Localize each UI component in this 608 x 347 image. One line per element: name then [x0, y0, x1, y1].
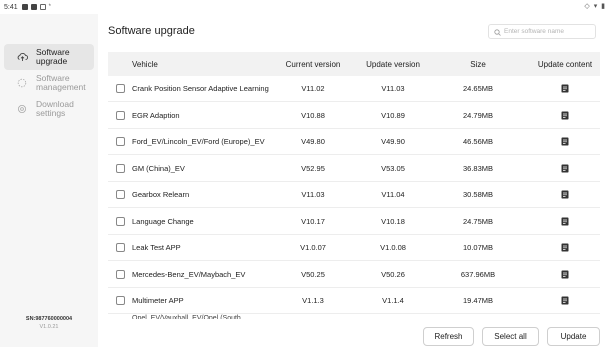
package-size: 30.58MB [462, 190, 494, 199]
refresh-button[interactable]: Refresh [423, 327, 474, 346]
vehicle-name: GM (China)_EV [132, 163, 185, 173]
current-version: V11.03 [301, 190, 325, 199]
vehicle-name: Gearbox Relearn [132, 190, 190, 199]
update-version: V11.03 [381, 84, 405, 93]
table-row[interactable]: GM (China)_EV V52.95 V53.05 36.83MB [108, 156, 600, 182]
update-version: V10.18 [381, 216, 405, 226]
current-version: V49.80 [301, 137, 325, 146]
package-size: 24.79MB [462, 110, 494, 120]
table-header: Vehicle Current version Update version S… [108, 52, 600, 76]
update-content-icon[interactable] [520, 288, 600, 313]
search-input[interactable] [504, 28, 592, 35]
bottom-action-bar: Refresh Select all Update [98, 324, 608, 347]
column-header-update-content: Update content [537, 59, 593, 69]
select-all-button[interactable]: Select all [482, 327, 539, 346]
table-row[interactable]: Multimeter APP V1.1.3 V1.1.4 19.47MB [108, 288, 600, 314]
sidebar-item-software-management[interactable]: Software management [4, 70, 94, 96]
row-checkbox[interactable] [116, 243, 125, 252]
update-version: V11.04 [381, 190, 405, 199]
table-row[interactable]: Ford_EV/Lincoln_EV/Ford (Europe)_EV V49.8… [108, 129, 600, 155]
update-button[interactable]: Update [547, 327, 600, 346]
table-row[interactable]: Language Change V10.17 V10.18 24.75MB [108, 209, 600, 235]
package-size: 10.07MB [462, 243, 494, 252]
status-time: 5:41 [4, 3, 18, 11]
search-icon [494, 23, 501, 41]
update-content-icon[interactable] [520, 209, 600, 234]
update-content-icon[interactable] [520, 76, 600, 101]
vehicle-name: Mercedes-Benz_EV/Maybach_EV [132, 269, 246, 279]
package-size: 637.96MB [460, 269, 496, 279]
row-checkbox[interactable] [116, 190, 125, 199]
update-version: V10.89 [381, 110, 405, 120]
sidebar: Software upgrade Software management Dow… [0, 14, 98, 347]
table-row[interactable]: Mercedes-Benz_EV/Maybach_EV V50.25 V50.26 6… [108, 262, 600, 288]
status-bar: 5:41 * ◇ ▾ ▮ [0, 0, 608, 14]
table-row[interactable]: Crank Position Sensor Adaptive Learning V… [108, 76, 600, 102]
package-size: 36.83MB [462, 163, 494, 173]
sidebar-item-label: Software upgrade [36, 47, 70, 66]
column-header-update-version: Update version [366, 59, 420, 69]
update-content-icon[interactable] [520, 235, 600, 260]
sidebar-item-label: Software management [36, 73, 86, 92]
gear-icon [16, 103, 28, 115]
notification-icon [21, 4, 28, 10]
package-size: 19.47MB [462, 296, 494, 305]
row-checkbox[interactable] [116, 110, 125, 120]
row-checkbox[interactable] [116, 163, 125, 173]
app-icon [30, 4, 37, 10]
update-version: V53.05 [381, 163, 405, 173]
serial-number: SN:987760000004 [25, 316, 73, 322]
vehicle-name: Multimeter APP [132, 296, 184, 305]
update-content-icon[interactable] [520, 103, 600, 128]
table-row[interactable]: Opel_EV/Vauxhall_EV/Opel (South [108, 315, 600, 320]
update-content-icon[interactable] [520, 182, 600, 207]
package-size: 24.75MB [462, 216, 494, 226]
current-version: V50.25 [301, 269, 325, 279]
package-size: 24.65MB [462, 84, 494, 93]
current-version: V1.1.3 [302, 296, 324, 305]
update-content-icon[interactable] [520, 156, 600, 181]
update-version: V1.1.4 [382, 296, 404, 305]
table-row[interactable]: Gearbox Relearn V11.03 V11.04 30.58MB [108, 182, 600, 208]
app-version: V1.0.21 [39, 324, 59, 330]
current-version: V10.17 [301, 216, 325, 226]
column-header-size: Size [470, 59, 486, 69]
row-checkbox[interactable] [116, 269, 125, 279]
status-extra: * [48, 4, 51, 10]
vehicle-name: Crank Position Sensor Adaptive Learning [132, 84, 269, 93]
column-header-current-version: Current version [285, 59, 341, 69]
software-list[interactable]: Crank Position Sensor Adaptive Learning V… [108, 76, 600, 319]
cloud-upload-icon [16, 51, 28, 63]
current-version: V1.0.07 [300, 243, 326, 252]
update-content-icon[interactable] [520, 129, 600, 154]
vehicle-name: EGR Adaption [132, 110, 180, 120]
search-box[interactable] [488, 24, 596, 39]
loading-icon [16, 77, 28, 89]
row-checkbox[interactable] [116, 296, 125, 305]
vehicle-name: Opel_EV/Vauxhall_EV/Opel (South [132, 314, 241, 320]
vehicle-name: Ford_EV/Lincoln_EV/Ford (Europe)_EV [132, 137, 265, 146]
message-icon [39, 4, 46, 10]
update-content-icon[interactable] [520, 262, 600, 287]
sidebar-item-download-settings[interactable]: Download settings [4, 96, 94, 122]
update-version: V1.0.08 [380, 243, 406, 252]
package-size: 46.56MB [462, 137, 494, 146]
column-header-vehicle: Vehicle [132, 59, 158, 69]
vehicle-name: Leak Test APP [132, 243, 181, 252]
row-checkbox[interactable] [116, 216, 125, 226]
table-row[interactable]: Leak Test APP V1.0.07 V1.0.08 10.07MB [108, 235, 600, 261]
current-version: V10.88 [301, 110, 325, 120]
update-version: V49.90 [381, 137, 405, 146]
page-title: Software upgrade [108, 25, 195, 37]
row-checkbox[interactable] [116, 84, 125, 93]
current-version: V11.02 [301, 84, 325, 93]
current-version: V52.95 [301, 163, 325, 173]
table-row[interactable]: EGR Adaption V10.88 V10.89 24.79MB [108, 103, 600, 129]
sidebar-item-software-upgrade[interactable]: Software upgrade [4, 44, 94, 70]
status-right-icons: ◇ ▾ ▮ [584, 3, 606, 10]
update-version: V50.26 [381, 269, 405, 279]
row-checkbox[interactable] [116, 137, 125, 146]
vehicle-name: Language Change [132, 216, 194, 226]
sidebar-item-label: Download settings [36, 99, 74, 118]
